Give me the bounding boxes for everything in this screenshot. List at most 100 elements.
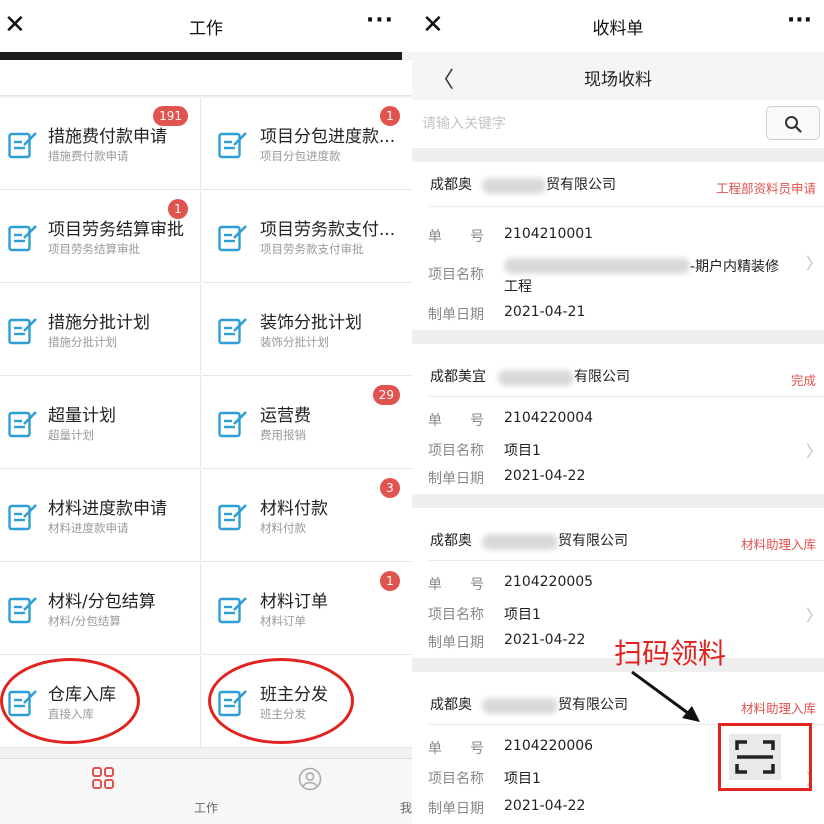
date-label: 制单日期 bbox=[428, 471, 484, 487]
app-tile[interactable]: 项目分包进度款... 项目分包进度款 1 bbox=[202, 98, 412, 190]
company-name-prefix: 成都奥 bbox=[430, 533, 472, 549]
user-icon bbox=[298, 767, 322, 791]
redacted-text bbox=[482, 698, 558, 714]
app-tile-title: 材料进度款申请 bbox=[48, 499, 167, 519]
app-tile-title: 项目劳务结算审批 bbox=[48, 220, 184, 240]
tab-work[interactable]: 工作 bbox=[0, 759, 218, 819]
sub-header: 〈 现场收料 bbox=[412, 52, 824, 100]
notification-badge: 29 bbox=[372, 385, 400, 405]
edit-form-icon bbox=[218, 503, 248, 531]
number-label: 单 号 bbox=[428, 577, 484, 593]
edit-form-icon bbox=[8, 596, 38, 624]
project-value: 项目1 bbox=[504, 607, 541, 623]
company-name-prefix: 成都奥 bbox=[430, 177, 472, 193]
app-tile[interactable]: 措施分批计划 措施分批计划 bbox=[0, 284, 201, 376]
project-value-line2: 工程 bbox=[504, 279, 532, 295]
receipt-card[interactable]: 成都美宜 有限公司 完成 单 号 2104220004 项目名称 项目1 制单日… bbox=[412, 344, 824, 494]
page-title: 收料单 bbox=[592, 18, 644, 39]
date-value: 2021-04-22 bbox=[504, 632, 586, 648]
edit-form-icon bbox=[218, 224, 248, 252]
grid-icon bbox=[92, 767, 114, 789]
search-button[interactable] bbox=[766, 106, 820, 140]
company-name-suffix: 贸有限公司 bbox=[546, 177, 616, 193]
close-icon[interactable]: ✕ bbox=[422, 10, 444, 40]
right-title-bar: ✕ 收料单 ··· bbox=[412, 0, 824, 52]
company-name-suffix: 贸有限公司 bbox=[558, 533, 628, 549]
company-name-suffix: 有限公司 bbox=[574, 369, 630, 385]
redacted-text bbox=[482, 534, 558, 550]
tab-mine[interactable]: 我的 bbox=[206, 759, 424, 819]
edit-form-icon bbox=[8, 410, 38, 438]
number-value: 2104210001 bbox=[504, 226, 594, 242]
more-icon[interactable]: ··· bbox=[787, 8, 812, 33]
right-panel: ✕ 收料单 ··· 〈 现场收料 成都奥 贸有限公司 工程部资料员申请 单 号 … bbox=[412, 0, 824, 824]
project-label: 项目名称 bbox=[428, 443, 484, 459]
app-tile[interactable]: 超量计划 超量计划 bbox=[0, 377, 201, 469]
bottom-tab-bar: 工作 我的 bbox=[0, 758, 424, 824]
status-label: 工程部资料员申请 bbox=[715, 181, 816, 196]
scan-icon bbox=[735, 740, 775, 774]
date-value: 2021-04-22 bbox=[504, 798, 586, 814]
app-tile[interactable]: 项目劳务结算审批 项目劳务结算审批 1 bbox=[0, 191, 201, 283]
app-tile[interactable]: 材料付款 材料付款 3 bbox=[202, 470, 412, 562]
project-label: 项目名称 bbox=[428, 267, 484, 283]
number-label: 单 号 bbox=[428, 229, 484, 245]
app-tile-title: 材料订单 bbox=[260, 592, 328, 612]
number-label: 单 号 bbox=[428, 413, 484, 429]
redacted-text bbox=[482, 178, 546, 194]
app-tile-subtitle: 项目劳务结算审批 bbox=[48, 242, 140, 256]
status-label: 完成 bbox=[790, 373, 816, 388]
status-label: 材料助理入库 bbox=[740, 537, 816, 552]
receipt-card[interactable]: 成都奥 贸有限公司 工程部资料员申请 单 号 2104210001 项目名称 -… bbox=[412, 162, 824, 330]
close-icon[interactable]: ✕ bbox=[4, 10, 26, 40]
redacted-text bbox=[504, 258, 690, 274]
app-tile-subtitle: 装饰分批计划 bbox=[260, 335, 329, 349]
app-tile-subtitle: 费用报销 bbox=[260, 428, 306, 442]
company-name-suffix: 贸有限公司 bbox=[558, 697, 628, 713]
scan-button[interactable] bbox=[729, 734, 781, 780]
notification-badge: 1 bbox=[380, 571, 400, 591]
project-label: 项目名称 bbox=[428, 607, 484, 623]
redacted-text bbox=[498, 370, 574, 386]
date-label: 制单日期 bbox=[428, 801, 484, 817]
app-tile[interactable]: 材料/分包结算 材料/分包结算 bbox=[0, 563, 201, 655]
chevron-right-icon: 〉 bbox=[805, 254, 822, 273]
app-tile-title: 运营费 bbox=[260, 406, 311, 426]
chevron-right-icon: 〉 bbox=[805, 606, 822, 625]
edit-form-icon bbox=[218, 131, 248, 159]
project-value: -期户内精装修 bbox=[690, 259, 780, 275]
app-tile-subtitle: 材料订单 bbox=[260, 614, 306, 628]
left-title-bar: ✕ 工作 ··· bbox=[0, 0, 412, 52]
app-tile[interactable]: 材料订单 材料订单 1 bbox=[202, 563, 412, 655]
edit-form-icon bbox=[8, 224, 38, 252]
scan-button-highlight bbox=[718, 723, 812, 791]
app-tile[interactable]: 措施费付款申请 措施费付款申请 191 bbox=[0, 98, 201, 190]
search-input[interactable] bbox=[422, 108, 768, 140]
sub-header-title: 现场收料 bbox=[584, 70, 652, 90]
app-tile[interactable]: 项目劳务款支付... 项目劳务款支付审批 bbox=[202, 191, 412, 283]
annotation-arrow-icon bbox=[631, 670, 700, 722]
app-tile-subtitle: 材料付款 bbox=[260, 521, 306, 535]
app-tile[interactable]: 材料进度款申请 材料进度款申请 bbox=[0, 470, 201, 562]
app-tile-subtitle: 项目分包进度款 bbox=[260, 149, 341, 163]
notification-badge: 1 bbox=[168, 199, 188, 219]
app-tile[interactable]: 装饰分批计划 装饰分批计划 bbox=[202, 284, 412, 376]
app-tile-subtitle: 材料进度款申请 bbox=[48, 521, 129, 535]
left-panel: ✕ 工作 ··· 措施费付款申请 措施费付款申请 191 项目分包进度款... 项目分包… bbox=[0, 0, 424, 824]
notification-badge: 191 bbox=[153, 106, 188, 126]
project-value: 项目1 bbox=[504, 771, 541, 787]
project-value: 项目1 bbox=[504, 443, 541, 459]
app-tile-title: 措施费付款申请 bbox=[48, 127, 167, 147]
more-icon[interactable]: ··· bbox=[366, 8, 394, 33]
edit-form-icon bbox=[8, 131, 38, 159]
edit-form-icon bbox=[218, 410, 248, 438]
search-bar bbox=[412, 100, 824, 148]
edit-form-icon bbox=[218, 317, 248, 345]
highlight-circle-warehouse bbox=[0, 658, 140, 744]
edit-form-icon bbox=[8, 503, 38, 531]
app-tile-title: 材料/分包结算 bbox=[48, 592, 156, 612]
app-tile[interactable]: 运营费费用报销 29 bbox=[202, 377, 412, 469]
app-tile-subtitle: 超量计划 bbox=[48, 428, 94, 442]
banner-strip bbox=[0, 52, 402, 60]
notification-badge: 1 bbox=[380, 106, 400, 126]
